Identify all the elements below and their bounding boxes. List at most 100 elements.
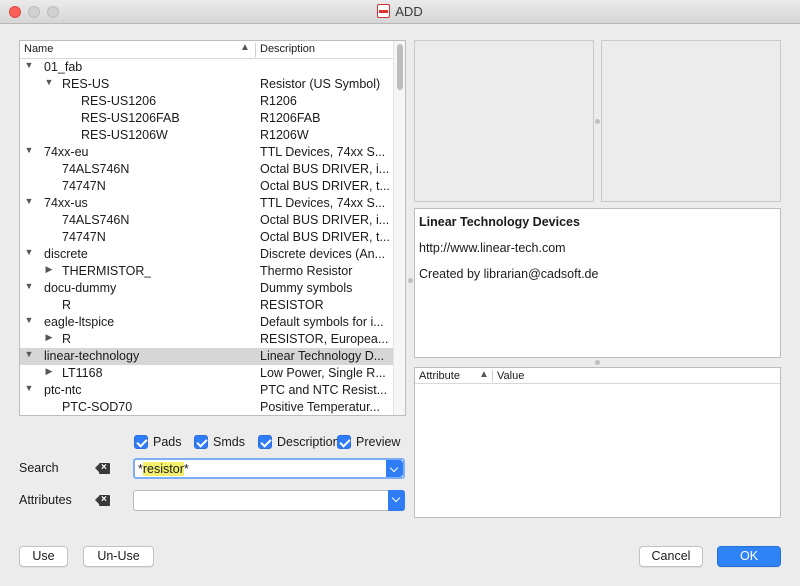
checkmark-icon [134,435,148,449]
tree-row[interactable]: ▼ 01_fab [20,59,393,76]
tree-row-name: LT1168 [62,366,103,380]
tree-row[interactable]: ▶ R RESISTOR, Europea... [20,331,393,348]
attributes-label: Attributes [19,493,72,507]
tree-row[interactable]: ▶ LT1168 Low Power, Single R... [20,365,393,382]
tree-header: Name ▲ Description [20,41,393,59]
tree-row-name: RES-US1206W [81,128,168,142]
attributes-combobox[interactable] [133,490,405,511]
expanded-triangle-icon[interactable]: ▼ [24,145,34,155]
tree-row[interactable]: RES-US1206FAB R1206FAB [20,110,393,127]
tree-row-name: discrete [44,247,88,261]
description-checkbox-label: Description [277,435,340,449]
expanded-triangle-icon[interactable]: ▼ [24,196,34,206]
tree-scroll-thumb[interactable] [397,44,403,90]
tree-row-name: R [62,332,72,346]
ok-button[interactable]: OK [717,546,781,567]
horizontal-splitter-handle[interactable] [595,360,600,365]
tree-row[interactable]: ▼ RES-US Resistor (US Symbol) [20,76,393,93]
tree-row-name: R [62,298,72,312]
column-header-name[interactable]: Name [24,43,53,55]
tree-row[interactable]: RES-US1206W R1206W [20,127,393,144]
cancel-button[interactable]: Cancel [639,546,703,567]
tree-row-name: RES-US1206 [81,94,157,108]
tree-row-description: TTL Devices, 74xx S... [260,196,386,210]
preview-checkbox-label: Preview [356,435,401,449]
tree-row[interactable]: ▶ THERMISTOR_ Thermo Resistor [20,263,393,280]
vertical-splitter-handle[interactable] [408,278,413,283]
attributes-dropdown-button[interactable] [388,490,405,511]
smds-checkbox[interactable]: Smds [194,434,245,450]
tree-row-name: 74xx-us [44,196,88,210]
tree-scrollbar[interactable] [393,41,405,415]
search-dropdown-button[interactable] [386,460,403,477]
tree-row[interactable]: 74ALS746N Octal BUS DRIVER, i... [20,161,393,178]
clear-attributes-icon[interactable]: × [95,494,110,506]
tree-row-description: R1206 [260,94,297,108]
description-checkbox[interactable]: Description [258,434,340,450]
tree-row-description: Linear Technology D... [260,349,385,363]
expanded-triangle-icon[interactable]: ▼ [24,383,34,393]
tree-row-description: Octal BUS DRIVER, i... [260,213,390,227]
tree-row[interactable]: ▼ ptc-ntc PTC and NTC Resist... [20,382,393,399]
column-header-description[interactable]: Description [260,43,315,55]
search-combobox[interactable]: *resistor* [133,458,405,479]
tree-row[interactable]: ▼ 74xx-eu TTL Devices, 74xx S... [20,144,393,161]
search-input[interactable]: *resistor* [138,462,189,476]
tree-row[interactable]: 74747N Octal BUS DRIVER, t... [20,178,393,195]
title-bar: ADD [0,0,800,24]
description-panel: Linear Technology Devices http://www.lin… [414,208,781,358]
preview-checkbox[interactable]: Preview [337,434,400,450]
collapsed-triangle-icon[interactable]: ▶ [44,264,54,275]
tree-row-name: 74747N [62,179,106,193]
preview-splitter-handle[interactable] [595,119,600,124]
tree-row-description: Thermo Resistor [260,264,353,278]
collapsed-triangle-icon[interactable]: ▶ [44,332,54,343]
column-header-value[interactable]: Value [497,370,524,382]
sort-ascending-icon: ▲ [240,42,250,53]
sort-ascending-icon: ▲ [479,369,489,380]
column-separator[interactable] [492,370,493,382]
column-separator[interactable] [255,43,256,57]
library-creator: Created by librarian@cadsoft.de [419,267,599,281]
tree-row-description: Discrete devices (An... [260,247,386,261]
tree-row[interactable]: RES-US1206 R1206 [20,93,393,110]
tree-row-description: Resistor (US Symbol) [260,77,381,91]
expanded-triangle-icon[interactable]: ▼ [24,60,34,70]
column-header-attribute[interactable]: Attribute [419,370,460,382]
unuse-button[interactable]: Un-Use [83,546,154,567]
tree-row[interactable]: R RESISTOR [20,297,393,314]
tree-row[interactable]: ▼ discrete Discrete devices (An... [20,246,393,263]
tree-row-description: RESISTOR, Europea... [260,332,389,346]
attribute-table-header: Attribute ▲ Value [415,368,780,384]
tree-row[interactable]: ▼ 74xx-us TTL Devices, 74xx S... [20,195,393,212]
tree-row[interactable]: PTC-SOD70 Positive Temperatur... [20,399,393,415]
expanded-triangle-icon[interactable]: ▼ [44,77,54,87]
tree-row[interactable]: ▼ linear-technology Linear Technology D... [20,348,393,365]
library-tree[interactable]: Name ▲ Description ▼ 01_fab ▼ RES-US Resisto… [19,40,406,416]
tree-rows: ▼ 01_fab ▼ RES-US Resistor (US Symbol) RES-US… [20,59,393,415]
tree-row[interactable]: ▼ docu-dummy Dummy symbols [20,280,393,297]
clear-search-icon[interactable]: × [95,462,110,474]
tree-row-name: eagle-ltspice [44,315,115,329]
tree-row[interactable]: 74ALS746N Octal BUS DRIVER, i... [20,212,393,229]
collapsed-triangle-icon[interactable]: ▶ [44,366,54,377]
use-button[interactable]: Use [19,546,68,567]
tree-row-description: R1206W [260,128,309,142]
search-highlight: resistor [142,462,184,476]
tree-row-name: 74ALS746N [62,162,130,176]
tree-row-name: ptc-ntc [44,383,82,397]
tree-row[interactable]: 74747N Octal BUS DRIVER, t... [20,229,393,246]
expanded-triangle-icon[interactable]: ▼ [24,349,34,359]
tree-row[interactable]: ▼ eagle-ltspice Default symbols for i... [20,314,393,331]
expanded-triangle-icon[interactable]: ▼ [24,315,34,325]
tree-row-name: RES-US1206FAB [81,111,180,125]
tree-row-description: RESISTOR [260,298,324,312]
smds-checkbox-label: Smds [213,435,245,449]
tree-row-name: PTC-SOD70 [62,400,133,414]
tree-row-description: Positive Temperatur... [260,400,380,414]
expanded-triangle-icon[interactable]: ▼ [24,247,34,257]
tree-row-name: 74ALS746N [62,213,130,227]
pads-checkbox[interactable]: Pads [134,434,182,450]
expanded-triangle-icon[interactable]: ▼ [24,281,34,291]
tree-row-name: 01_fab [44,60,83,74]
